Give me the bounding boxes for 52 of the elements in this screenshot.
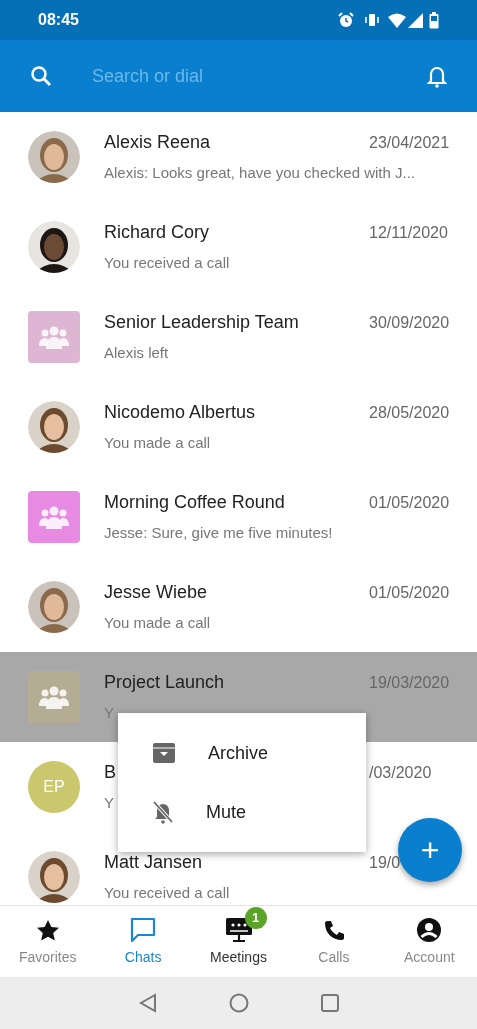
battery-icon: [429, 11, 439, 29]
chat-date: 28/05/2020: [369, 403, 451, 424]
message-preview: You received a call: [104, 253, 230, 274]
presentation-screen-icon: [224, 917, 253, 943]
group-icon: [39, 325, 69, 349]
chat-date: 01/05/2020: [369, 583, 451, 604]
bell-icon[interactable]: [427, 64, 447, 88]
search-field[interactable]: Search or dial: [92, 62, 387, 90]
notification-badge: 1: [244, 907, 267, 929]
chat-date: 12/11/2020: [369, 223, 449, 244]
vibrate-icon: [364, 12, 380, 28]
menu-item[interactable]: Mute: [118, 782, 366, 842]
wifi-icon: [388, 12, 406, 28]
archive-icon: [152, 742, 176, 764]
initials-avatar: EP: [28, 761, 80, 813]
chat-date: 19/03/2020: [369, 673, 451, 694]
home-icon[interactable]: [228, 993, 249, 1013]
overview-icon[interactable]: [320, 994, 339, 1012]
message-preview: Alexis: Looks great, have you checked with J...: [104, 163, 415, 184]
chat-date: 30/09/2020: [369, 313, 451, 334]
chat-date: 01/05/2020: [369, 493, 451, 514]
signal-icon: [408, 12, 423, 28]
chat-name: Matt Jansen: [104, 851, 203, 875]
alarm-icon: [338, 12, 354, 28]
chat-name: Nicodemo Albertus: [104, 401, 256, 425]
star-icon: [35, 919, 60, 943]
nav-tab[interactable]: Favorites: [0, 905, 96, 978]
chat-name: Project Launch: [104, 671, 225, 695]
message-preview: You made a call: [104, 433, 211, 454]
muted-bell-icon: [152, 800, 174, 824]
chat-name: Richard Cory: [104, 221, 210, 245]
chat-bubble-icon: [130, 917, 157, 943]
message-preview: You received a call: [104, 883, 230, 904]
nav-tab[interactable]: Chats: [95, 905, 191, 978]
chat-date: /03/2020: [369, 763, 433, 784]
chat-name: Senior Leadership Team: [104, 311, 299, 335]
chat-name: B: [104, 761, 116, 785]
chat-name: Alexis Reena: [104, 131, 211, 155]
search-icon[interactable]: [30, 65, 52, 87]
group-icon: [39, 505, 69, 529]
chat-name: Jesse Wiebe: [104, 581, 208, 605]
chat-name: Morning Coffee Round: [104, 491, 285, 515]
message-preview: Y: [104, 793, 114, 814]
message-preview: Jesse: Sure, give me five minutes!: [104, 523, 333, 544]
clock-time: 08:45: [38, 10, 79, 30]
back-icon[interactable]: [138, 993, 157, 1013]
nav-tab[interactable]: Calls: [286, 905, 382, 978]
group-icon: [39, 685, 69, 709]
account-icon: [416, 917, 443, 943]
message-preview: You made a call: [104, 613, 211, 634]
chat-date: 23/04/2021: [369, 133, 451, 154]
message-preview: Alexis left: [104, 343, 169, 364]
